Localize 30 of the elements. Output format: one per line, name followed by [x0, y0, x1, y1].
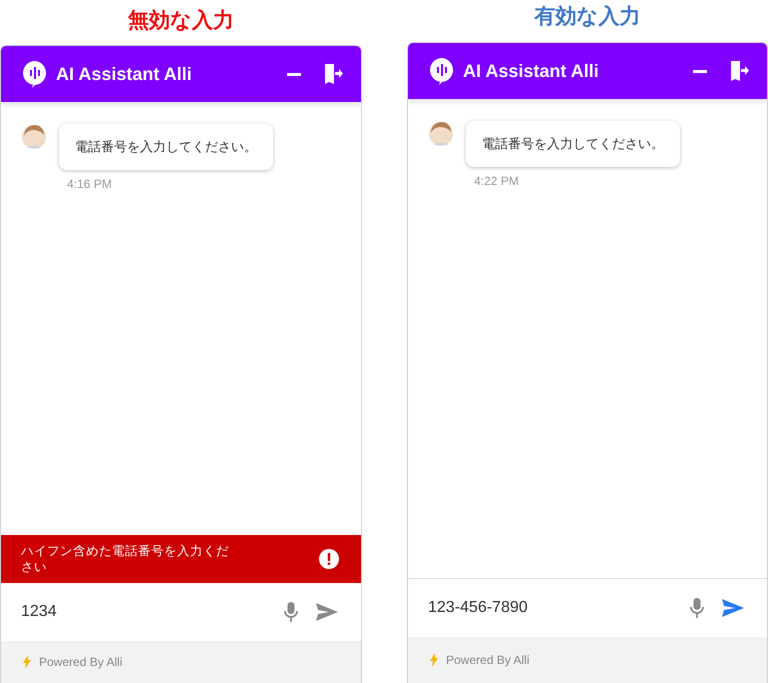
lightning-icon: [23, 655, 31, 669]
message-time: 4:16 PM: [67, 177, 112, 191]
message-input[interactable]: 1234: [21, 599, 269, 625]
microphone-button[interactable]: [687, 595, 707, 621]
chat-logo-icon: [429, 57, 455, 85]
microphone-icon: [283, 601, 299, 623]
message-input[interactable]: 123-456-7890: [428, 595, 675, 621]
caption-heading: 有効な入力: [533, 3, 642, 30]
send-icon: [721, 598, 745, 618]
window-title: AI Assistant Alli: [56, 64, 192, 84]
error-message: ハイフン含めた電話番号を入力ください: [21, 543, 230, 575]
powered-by-text: Powered By Alli: [446, 653, 530, 667]
minimize-icon: [287, 72, 301, 76]
microphone-icon: [689, 597, 705, 619]
alert-icon: [319, 549, 339, 569]
exit-door-icon: [323, 63, 343, 85]
send-icon: [315, 602, 339, 622]
powered-by-text: Powered By Alli: [39, 655, 122, 669]
message-time: 4:22 PM: [474, 174, 519, 188]
microphone-button[interactable]: [281, 599, 301, 625]
minimize-icon: [693, 70, 707, 72]
chat-logo-icon: [22, 60, 48, 88]
window-title: AI Assistant Alli: [463, 60, 599, 82]
avatar-icon: [21, 124, 47, 150]
exit-door-icon: [729, 60, 749, 82]
avatar-icon: [428, 121, 454, 147]
caption-heading: 無効な入力: [126, 7, 235, 34]
lightning-icon: [430, 653, 438, 667]
message-bubble: 電話番号を入力してください。: [466, 121, 680, 167]
message-bubble: 電話番号を入力してください。: [59, 124, 273, 170]
